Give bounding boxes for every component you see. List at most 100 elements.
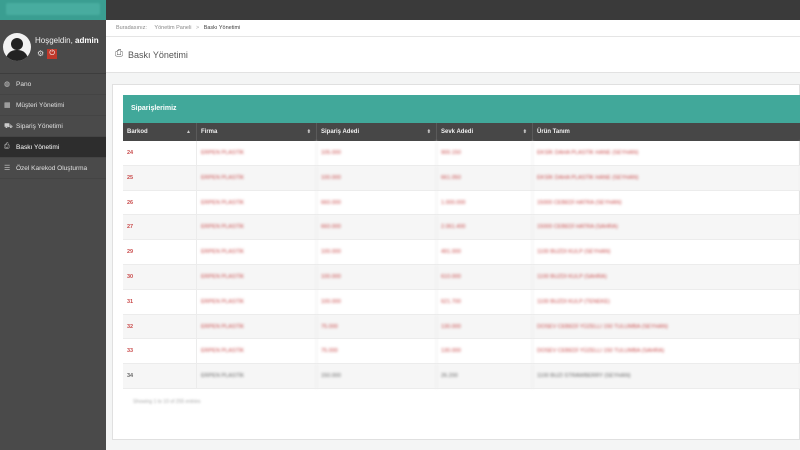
- table-cell-barkod: 30: [123, 265, 197, 290]
- table-cell-firma: ERPEN PLASTİK: [197, 215, 317, 241]
- table-icon: ▦: [4, 102, 11, 109]
- table-cell-urun: 1100 BUZDI KULP (TENEKE): [533, 290, 800, 315]
- logout-power-icon[interactable]: ⏻: [47, 49, 58, 59]
- breadcrumb-link-yonetim-paneli[interactable]: Yönetim Paneli: [154, 25, 191, 31]
- sidebar-item-ozel-karekod[interactable]: ☰ Özel Karekod Oluşturma: [0, 158, 106, 179]
- table-cell-sevk: 491.000: [437, 240, 533, 265]
- table-cell-siparis: 150.000: [317, 364, 437, 389]
- column-label: Ürün Tanım: [537, 129, 570, 135]
- username: admin: [75, 36, 99, 45]
- printer-icon: ⎙: [4, 143, 10, 150]
- breadcrumb: Buradasınız: Yönetim Paneli > Baskı Yöne…: [106, 20, 800, 37]
- brand-logo[interactable]: [0, 0, 106, 20]
- welcome-text: Hoşgeldin, admin: [35, 36, 99, 45]
- sidebar-item-label: Pano: [16, 80, 32, 88]
- table-cell-siparis: 100.000: [317, 265, 437, 290]
- column-label: Firma: [201, 129, 218, 135]
- table-cell-urun: EKSİK DAHA PLASTİK HANE (SEYHAN): [533, 166, 800, 191]
- printer-icon: ⎙: [115, 48, 123, 59]
- table-cell-barkod: 24: [123, 141, 197, 166]
- column-header-urun-tanim[interactable]: Ürün Tanım: [533, 123, 800, 141]
- list-icon: ☰: [4, 165, 11, 172]
- table-cell-siparis: 105.000: [317, 141, 437, 166]
- table-row[interactable]: 29 ERPEN PLASTİK 100.000 491.000 1100 BUZDI …: [123, 240, 800, 265]
- table-cell-barkod: 29: [123, 240, 197, 265]
- table-cell-urun: 1100 BUZDI KULP (SAHRA): [533, 265, 800, 290]
- table-row[interactable]: 25 ERPEN PLASTİK 100.000 661.050 EKSİK DAHA …: [123, 165, 800, 191]
- page-header: ⎙ Baskı Yönetimi: [106, 37, 800, 73]
- table-cell-sevk: 610.000: [437, 265, 533, 290]
- table-cell-urun: 15000 CEBEDİ HATRA (SEYHAN): [533, 191, 800, 216]
- dashboard-icon: ◍: [4, 81, 11, 88]
- table-cell-siparis: 100.000: [317, 240, 437, 265]
- table-row[interactable]: 34 ERPEN PLASTİK 150.000 26.200 1100 BUZI ST…: [123, 364, 800, 389]
- table-cell-sevk: 621.700: [437, 289, 533, 315]
- sidebar: Hoşgeldin, admin ⚙ ⏻ ◍ Pano ▦ Müşteri Yö…: [0, 20, 106, 450]
- table-cell-sevk: 2.061.400: [437, 215, 533, 241]
- sidebar-item-label: Sipariş Yönetimi: [16, 122, 63, 130]
- table-cell-barkod: 32: [123, 314, 197, 340]
- table-cell-firma: ERPEN PLASTİK: [197, 364, 317, 389]
- table-cell-siparis: 75.000: [317, 314, 437, 340]
- top-bar: [0, 0, 800, 20]
- table-cell-urun: 1100 BUZDI KULP (SEYHAN): [533, 240, 800, 265]
- table-cell-siparis: 660.000: [317, 215, 437, 241]
- sort-icon: ⬍: [426, 129, 431, 135]
- table-cell-sevk: 661.050: [437, 165, 533, 191]
- breadcrumb-prefix: Buradasınız:: [116, 25, 147, 31]
- cart-icon: ⛟: [4, 122, 13, 130]
- orders-panel: Siparişlerimiz Barkod ▲ Firma ⬍ Sipariş Ad…: [112, 84, 800, 440]
- table-cell-urun: 1100 BUZI STRAWBERRY (SEYHAN): [533, 364, 800, 389]
- panel-title: Siparişlerimiz: [123, 95, 800, 123]
- table-cell-sevk: 130.000: [437, 339, 533, 365]
- sidebar-item-siparis-yonetimi[interactable]: ⛟ Sipariş Yönetimi: [0, 116, 106, 137]
- sidebar-item-label: Özel Karekod Oluşturma: [16, 164, 88, 172]
- table-cell-barkod: 25: [123, 165, 197, 191]
- table-cell-siparis: 100.000: [317, 289, 437, 315]
- page-title: Baskı Yönetimi: [128, 50, 188, 60]
- table-cell-firma: ERPEN PLASTİK: [197, 165, 317, 191]
- table-info: Showing 1 to 10 of 255 entries: [133, 399, 201, 405]
- table-cell-barkod: 31: [123, 289, 197, 315]
- sidebar-item-label: Baskı Yönetimi: [16, 143, 60, 151]
- table-cell-sevk: 26.200: [437, 364, 533, 389]
- table-cell-firma: ERPEN PLASTİK: [197, 314, 317, 340]
- column-label: Sevk Adedi: [441, 129, 474, 135]
- table-row[interactable]: 33 ERPEN PLASTİK 75.000 130.000 DOSEV CEBEDİ…: [123, 339, 800, 365]
- table-cell-urun: DOSEV CEBEDİ YÜZELLI 150 TULUMBA (SEYHAN…: [533, 315, 800, 340]
- table-row[interactable]: 24 ERPEN PLASTİK 105.000 900.150 EKSİK DAHA …: [123, 141, 800, 166]
- table-header: Barkod ▲ Firma ⬍ Sipariş Adedi ⬍ Sevk Adedi…: [123, 123, 800, 141]
- sort-asc-icon: ▲: [186, 129, 191, 135]
- table-row[interactable]: 32 ERPEN PLASTİK 75.000 130.000 DOSEV CEBEDİ…: [123, 314, 800, 340]
- sidebar-item-label: Müşteri Yönetimi: [16, 101, 65, 109]
- table-cell-urun: DOSEV CEBEDİ YÜZELLI 150 TULUMBA (SAHRA): [533, 339, 800, 364]
- table-cell-barkod: 34: [123, 364, 197, 389]
- breadcrumb-current: Baskı Yönetimi: [203, 25, 241, 31]
- table-cell-barkod: 26: [123, 190, 197, 216]
- sort-icon: ⬍: [522, 129, 527, 135]
- table-cell-urun: 15000 CEBEDİ HATRA (SAHRA): [533, 215, 800, 240]
- sort-icon: ⬍: [306, 129, 311, 135]
- table-cell-sevk: 130.000: [437, 314, 533, 340]
- table-cell-siparis: 100.000: [317, 165, 437, 191]
- table-cell-siparis: 75.000: [317, 339, 437, 365]
- sidebar-item-musteri-yonetimi[interactable]: ▦ Müşteri Yönetimi: [0, 95, 106, 116]
- table-row[interactable]: 31 ERPEN PLASTİK 100.000 621.700 1100 BUZDI …: [123, 289, 800, 315]
- settings-gear-icon[interactable]: ⚙: [37, 49, 44, 59]
- brand-text: [6, 3, 100, 15]
- column-header-sevk-adedi[interactable]: Sevk Adedi ⬍: [437, 123, 533, 141]
- table-cell-firma: ERPEN PLASTİK: [197, 190, 317, 216]
- column-header-firma[interactable]: Firma ⬍: [197, 123, 317, 141]
- column-header-siparis-adedi[interactable]: Sipariş Adedi ⬍: [317, 123, 437, 141]
- sidebar-item-pano[interactable]: ◍ Pano: [0, 74, 106, 95]
- table-cell-urun: EKSİK DAHA PLASTİK HANE (SEYHAN): [533, 141, 800, 166]
- table-row[interactable]: 30 ERPEN PLASTİK 100.000 610.000 1100 BUZDI …: [123, 265, 800, 290]
- sidebar-item-baski-yonetimi[interactable]: ⎙ Baskı Yönetimi: [0, 137, 106, 158]
- table-cell-firma: ERPEN PLASTİK: [197, 289, 317, 315]
- table-row[interactable]: 26 ERPEN PLASTİK 660.000 1.000.000 15000 CEB…: [123, 190, 800, 216]
- table-row[interactable]: 27 ERPEN PLASTİK 660.000 2.061.400 15000 CEB…: [123, 215, 800, 241]
- table-cell-barkod: 27: [123, 215, 197, 241]
- column-header-barkod[interactable]: Barkod ▲: [123, 123, 197, 141]
- table-cell-sevk: 1.000.000: [437, 190, 533, 216]
- table-cell-barkod: 33: [123, 339, 197, 365]
